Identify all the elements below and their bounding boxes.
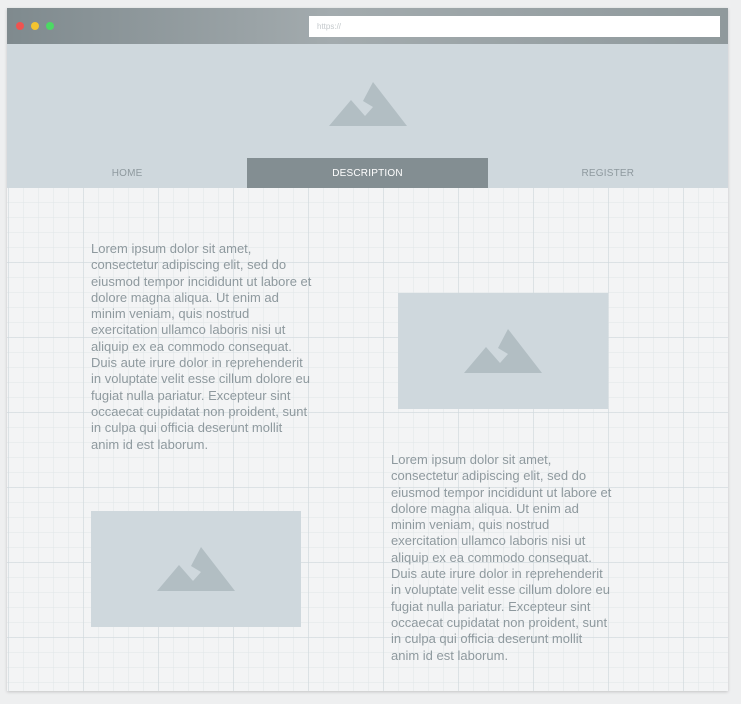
hero-banner [7,44,728,158]
tab-register[interactable]: REGISTER [488,158,728,188]
tab-home[interactable]: HOME [7,158,247,188]
left-paragraph: Lorem ipsum dolor sit amet, consectetur … [91,241,312,452]
image-placeholder-right [398,293,608,409]
browser-titlebar [7,8,728,44]
url-input[interactable] [309,16,720,37]
browser-window: HOME DESCRIPTION REGISTER Lorem ipsum do… [7,8,728,691]
close-dot-icon[interactable] [16,22,24,30]
image-placeholder-left [91,511,301,627]
maximize-dot-icon[interactable] [46,22,54,30]
right-paragraph: Lorem ipsum dolor sit amet, consectetur … [391,452,612,663]
mountain-image-placeholder-icon [157,547,235,591]
mountain-image-placeholder-icon [329,82,407,126]
nav-bar: HOME DESCRIPTION REGISTER [7,158,728,188]
tab-description[interactable]: DESCRIPTION [247,158,488,188]
mountain-image-placeholder-icon [464,329,542,373]
minimize-dot-icon[interactable] [31,22,39,30]
content-area: Lorem ipsum dolor sit amet, consectetur … [7,188,728,691]
